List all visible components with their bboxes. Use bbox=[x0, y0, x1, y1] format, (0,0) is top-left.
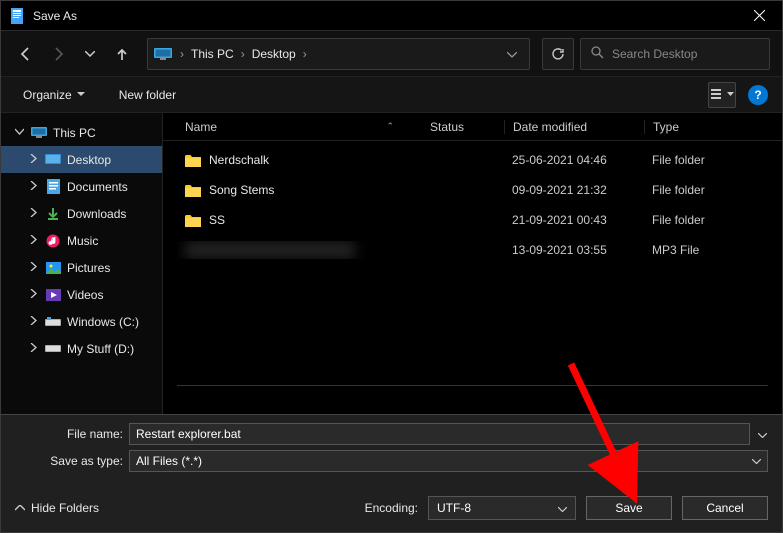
action-row: Hide Folders Encoding: UTF-8 Save Cancel bbox=[1, 484, 782, 532]
app-icon bbox=[9, 8, 25, 24]
chevron-right-icon bbox=[29, 154, 39, 166]
this-pc-icon bbox=[154, 47, 172, 61]
chevron-right-icon bbox=[29, 208, 39, 220]
this-pc-icon bbox=[31, 125, 47, 141]
refresh-button[interactable] bbox=[542, 38, 574, 70]
chevron-down-icon bbox=[752, 456, 761, 467]
chevron-right-icon: › bbox=[299, 47, 311, 61]
toolbar: Organize New folder ? bbox=[1, 77, 782, 113]
drive-icon bbox=[45, 341, 61, 357]
documents-icon bbox=[45, 179, 61, 195]
tree-item-drive-c[interactable]: Windows (C:) bbox=[1, 308, 162, 335]
window-title: Save As bbox=[33, 9, 736, 23]
encoding-label: Encoding: bbox=[365, 501, 418, 515]
folder-icon bbox=[185, 184, 201, 197]
redacted-filename bbox=[185, 241, 355, 259]
chevron-down-icon bbox=[77, 92, 85, 97]
tree-item-desktop[interactable]: Desktop bbox=[1, 146, 162, 173]
search-icon bbox=[591, 46, 604, 62]
chevron-right-icon bbox=[29, 235, 39, 247]
chevron-right-icon: › bbox=[176, 47, 188, 61]
view-options-button[interactable] bbox=[708, 82, 736, 108]
divider bbox=[177, 385, 768, 386]
file-row[interactable]: 13-09-2021 03:55 MP3 File bbox=[163, 235, 782, 265]
save-as-dialog: Save As › This PC › Desktop › bbox=[0, 0, 783, 533]
column-status[interactable]: Status bbox=[422, 120, 504, 134]
tree-item-pictures[interactable]: Pictures bbox=[1, 254, 162, 281]
search-input[interactable] bbox=[612, 47, 767, 61]
desktop-icon bbox=[45, 152, 61, 168]
titlebar: Save As bbox=[1, 1, 782, 31]
sort-indicator-icon: ⌃ bbox=[386, 121, 394, 132]
cancel-button[interactable]: Cancel bbox=[682, 496, 768, 520]
recent-locations-button[interactable] bbox=[77, 41, 103, 67]
tree-item-music[interactable]: Music bbox=[1, 227, 162, 254]
file-row[interactable]: Song Stems 09-09-2021 21:32 File folder bbox=[163, 175, 782, 205]
tree-item-downloads[interactable]: Downloads bbox=[1, 200, 162, 227]
back-button[interactable] bbox=[13, 41, 39, 67]
folder-icon bbox=[185, 214, 201, 227]
file-row[interactable]: SS 21-09-2021 00:43 File folder bbox=[163, 205, 782, 235]
filename-input[interactable] bbox=[129, 423, 750, 445]
pictures-icon bbox=[45, 260, 61, 276]
chevron-right-icon bbox=[29, 343, 39, 355]
tree-root-this-pc[interactable]: This PC bbox=[1, 119, 162, 146]
tree-item-drive-d[interactable]: My Stuff (D:) bbox=[1, 335, 162, 362]
column-type[interactable]: Type bbox=[644, 120, 754, 134]
save-form: File name: Save as type: All Files (*.*) bbox=[1, 414, 782, 484]
file-list: Nerdschalk 25-06-2021 04:46 File folder … bbox=[163, 141, 782, 414]
help-button[interactable]: ? bbox=[748, 85, 768, 105]
breadcrumb-current[interactable]: Desktop bbox=[249, 47, 299, 61]
body: This PC Desktop Documents Downloads Musi bbox=[1, 113, 782, 414]
filename-dropdown[interactable] bbox=[756, 427, 768, 441]
downloads-icon bbox=[45, 206, 61, 222]
column-date[interactable]: Date modified bbox=[504, 120, 644, 134]
encoding-select[interactable]: UTF-8 bbox=[428, 496, 576, 520]
filename-label: File name: bbox=[15, 427, 123, 441]
drive-icon bbox=[45, 314, 61, 330]
videos-icon bbox=[45, 287, 61, 303]
new-folder-button[interactable]: New folder bbox=[111, 83, 184, 107]
nav-row: › This PC › Desktop › bbox=[1, 31, 782, 77]
close-button[interactable] bbox=[736, 1, 782, 31]
search-box[interactable] bbox=[580, 38, 770, 70]
chevron-down-icon bbox=[558, 501, 567, 515]
tree-item-documents[interactable]: Documents bbox=[1, 173, 162, 200]
address-bar[interactable]: › This PC › Desktop › bbox=[147, 38, 530, 70]
chevron-down-icon bbox=[15, 127, 25, 139]
breadcrumb-root[interactable]: This PC bbox=[188, 47, 237, 61]
file-pane: Name⌃ Status Date modified Type Nerdscha… bbox=[163, 113, 782, 414]
address-dropdown[interactable] bbox=[501, 47, 523, 61]
tree-item-videos[interactable]: Videos bbox=[1, 281, 162, 308]
savetype-combo[interactable]: All Files (*.*) bbox=[129, 450, 768, 472]
organize-button[interactable]: Organize bbox=[15, 83, 93, 107]
hide-folders-button[interactable]: Hide Folders bbox=[15, 501, 99, 515]
folder-icon bbox=[185, 154, 201, 167]
chevron-right-icon bbox=[29, 289, 39, 301]
music-icon bbox=[45, 233, 61, 249]
chevron-right-icon bbox=[29, 316, 39, 328]
column-headers: Name⌃ Status Date modified Type bbox=[163, 113, 782, 141]
navigation-tree: This PC Desktop Documents Downloads Musi bbox=[1, 113, 163, 414]
save-button[interactable]: Save bbox=[586, 496, 672, 520]
chevron-right-icon bbox=[29, 262, 39, 274]
chevron-down-icon bbox=[727, 92, 734, 97]
chevron-up-icon bbox=[15, 505, 25, 511]
file-row[interactable]: Nerdschalk 25-06-2021 04:46 File folder bbox=[163, 145, 782, 175]
savetype-label: Save as type: bbox=[15, 454, 123, 468]
chevron-right-icon: › bbox=[237, 47, 249, 61]
column-name[interactable]: Name⌃ bbox=[177, 120, 422, 134]
up-button[interactable] bbox=[109, 41, 135, 67]
forward-button[interactable] bbox=[45, 41, 71, 67]
chevron-right-icon bbox=[29, 181, 39, 193]
